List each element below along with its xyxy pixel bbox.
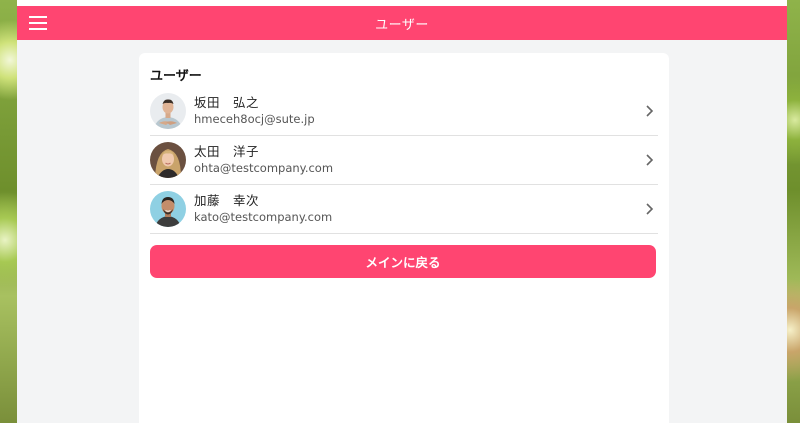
users-card: ユーザー 坂田 弘之 hmeceh8ocj@sute.jp 太田 洋子 ohta… <box>139 53 669 423</box>
avatar <box>150 142 186 178</box>
back-to-main-button[interactable]: メインに戻る <box>150 245 656 278</box>
app-bar: ユーザー <box>17 6 787 40</box>
app-window: ユーザー ユーザー 坂田 弘之 hmeceh8ocj@sute.jp 太田 洋子… <box>17 0 787 423</box>
user-name: 加藤 幸次 <box>194 193 260 208</box>
user-list-item[interactable]: 加藤 幸次 kato@testcompany.com <box>150 185 658 234</box>
hamburger-menu-icon[interactable] <box>27 13 49 33</box>
card-heading: ユーザー <box>150 69 202 84</box>
user-email: kato@testcompany.com <box>194 210 333 224</box>
user-list-item[interactable]: 太田 洋子 ohta@testcompany.com <box>150 136 658 185</box>
user-name: 坂田 弘之 <box>194 95 260 110</box>
user-email: ohta@testcompany.com <box>194 161 334 175</box>
chevron-right-icon <box>644 151 656 169</box>
avatar <box>150 191 186 227</box>
user-list: 坂田 弘之 hmeceh8ocj@sute.jp 太田 洋子 ohta@test… <box>150 87 658 234</box>
chevron-right-icon <box>644 200 656 218</box>
chevron-right-icon <box>644 102 656 120</box>
user-email: hmeceh8ocj@sute.jp <box>194 112 315 126</box>
user-list-item[interactable]: 坂田 弘之 hmeceh8ocj@sute.jp <box>150 87 658 136</box>
avatar <box>150 93 186 129</box>
user-name: 太田 洋子 <box>194 144 260 159</box>
page-title: ユーザー <box>375 17 429 33</box>
